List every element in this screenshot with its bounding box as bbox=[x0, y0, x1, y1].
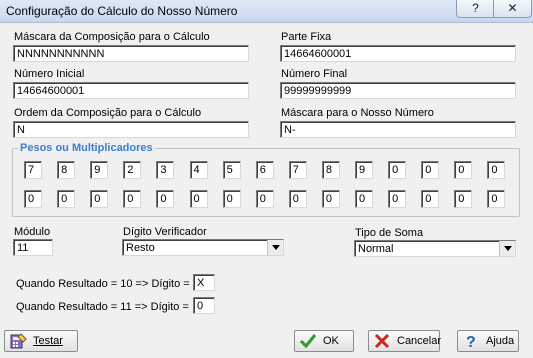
mascara-composicao-label: Máscara da Composição para o Cálculo bbox=[14, 31, 210, 43]
peso-cell[interactable]: 0 bbox=[355, 190, 373, 208]
mascara-nosso-numero-label: Máscara para o Nosso Número bbox=[281, 107, 434, 119]
tipo-soma-label: Tipo de Soma bbox=[355, 227, 424, 239]
chevron-down-icon[interactable] bbox=[267, 240, 283, 255]
peso-cell[interactable]: 0 bbox=[388, 190, 407, 208]
cancelar-button[interactable]: Cancelar bbox=[368, 330, 442, 352]
peso-cell[interactable]: 0 bbox=[24, 190, 42, 208]
digito-verificador-select[interactable]: Resto bbox=[122, 239, 284, 256]
tipo-soma-value: Normal bbox=[358, 243, 394, 255]
peso-cell[interactable]: 0 bbox=[222, 190, 241, 208]
numero-inicial-label: Número Inicial bbox=[14, 68, 85, 80]
peso-cell[interactable]: 9 bbox=[90, 161, 109, 179]
pesos-title: Pesos ou Multiplicadores bbox=[18, 142, 155, 154]
modulo-input[interactable]: 11 bbox=[13, 239, 53, 256]
peso-cell[interactable]: 9 bbox=[355, 161, 373, 179]
digito-verificador-label: Dígito Verificador bbox=[123, 226, 207, 238]
peso-cell[interactable]: 0 bbox=[90, 190, 109, 208]
resultado10-label: Quando Resultado = 10 => Dígito = bbox=[16, 278, 190, 290]
ajuda-label: Ajuda bbox=[486, 335, 515, 347]
peso-cell[interactable]: 0 bbox=[421, 161, 440, 179]
peso-cell[interactable]: 6 bbox=[255, 161, 274, 179]
numero-inicial-input[interactable]: 14664600001 bbox=[13, 82, 249, 99]
resultado11-input[interactable]: 0 bbox=[193, 297, 215, 314]
chevron-down-icon[interactable] bbox=[499, 241, 515, 256]
help-title-button[interactable]: ? bbox=[456, 0, 495, 18]
cancelar-label: Cancelar bbox=[397, 335, 442, 347]
ordem-composicao-label: Ordem da Composição para o Cálculo bbox=[14, 107, 202, 119]
parte-fixa-label: Parte Fixa bbox=[281, 31, 332, 43]
peso-cell[interactable]: 0 bbox=[123, 190, 142, 208]
help-icon: ? bbox=[472, 1, 479, 15]
title-bar: Configuração do Cálculo do Nosso Número … bbox=[0, 0, 533, 23]
parte-fixa-input[interactable]: 14664600001 bbox=[280, 45, 516, 62]
mascara-nosso-numero-input[interactable]: N- bbox=[280, 121, 516, 138]
close-title-button[interactable]: ✕ bbox=[493, 0, 532, 18]
close-icon bbox=[373, 332, 391, 350]
peso-cell[interactable]: 7 bbox=[288, 161, 307, 179]
peso-cell[interactable]: 7 bbox=[24, 161, 42, 179]
peso-cell[interactable]: 8 bbox=[321, 161, 340, 179]
mascara-composicao-input[interactable]: NNNNNNNNNNN bbox=[13, 45, 249, 62]
modulo-label: Módulo bbox=[14, 226, 51, 238]
resultado11-label: Quando Resultado = 11 => Dígito = bbox=[16, 301, 189, 313]
peso-cell[interactable]: 8 bbox=[57, 161, 76, 179]
peso-cell[interactable]: 2 bbox=[123, 161, 142, 179]
svg-text:?: ? bbox=[466, 334, 476, 350]
peso-cell[interactable]: 0 bbox=[421, 190, 440, 208]
peso-cell[interactable]: 5 bbox=[222, 161, 241, 179]
peso-cell[interactable]: 0 bbox=[454, 161, 473, 179]
ajuda-button[interactable]: ? Ajuda bbox=[457, 330, 519, 352]
ok-label: OK bbox=[323, 335, 339, 347]
peso-cell[interactable]: 0 bbox=[487, 161, 506, 179]
digito-verificador-value: Resto bbox=[126, 242, 155, 254]
numero-final-label: Número Final bbox=[281, 68, 348, 80]
testar-button[interactable]: Testar bbox=[4, 330, 78, 352]
ordem-composicao-input[interactable]: N bbox=[13, 121, 249, 138]
check-icon bbox=[299, 332, 317, 350]
tipo-soma-select[interactable]: Normal bbox=[354, 240, 516, 257]
peso-cell[interactable]: 0 bbox=[321, 190, 340, 208]
ok-button[interactable]: OK bbox=[294, 330, 354, 352]
resultado10-input[interactable]: X bbox=[193, 274, 215, 291]
peso-cell[interactable]: 0 bbox=[388, 161, 407, 179]
peso-cell[interactable]: 0 bbox=[255, 190, 274, 208]
peso-cell[interactable]: 0 bbox=[288, 190, 307, 208]
peso-cell[interactable]: 3 bbox=[156, 161, 175, 179]
window-title: Configuração do Cálculo do Nosso Número bbox=[6, 4, 238, 18]
testar-label: Testar bbox=[33, 335, 63, 347]
calculator-icon bbox=[9, 332, 27, 350]
peso-cell[interactable]: 0 bbox=[57, 190, 76, 208]
peso-cell[interactable]: 0 bbox=[487, 190, 506, 208]
help-icon: ? bbox=[462, 332, 480, 351]
peso-cell[interactable]: 0 bbox=[189, 190, 208, 208]
numero-final-input[interactable]: 99999999999 bbox=[280, 82, 516, 99]
peso-cell[interactable]: 0 bbox=[156, 190, 175, 208]
peso-cell[interactable]: 4 bbox=[189, 161, 208, 179]
peso-cell[interactable]: 0 bbox=[454, 190, 473, 208]
close-icon: ✕ bbox=[507, 1, 518, 15]
